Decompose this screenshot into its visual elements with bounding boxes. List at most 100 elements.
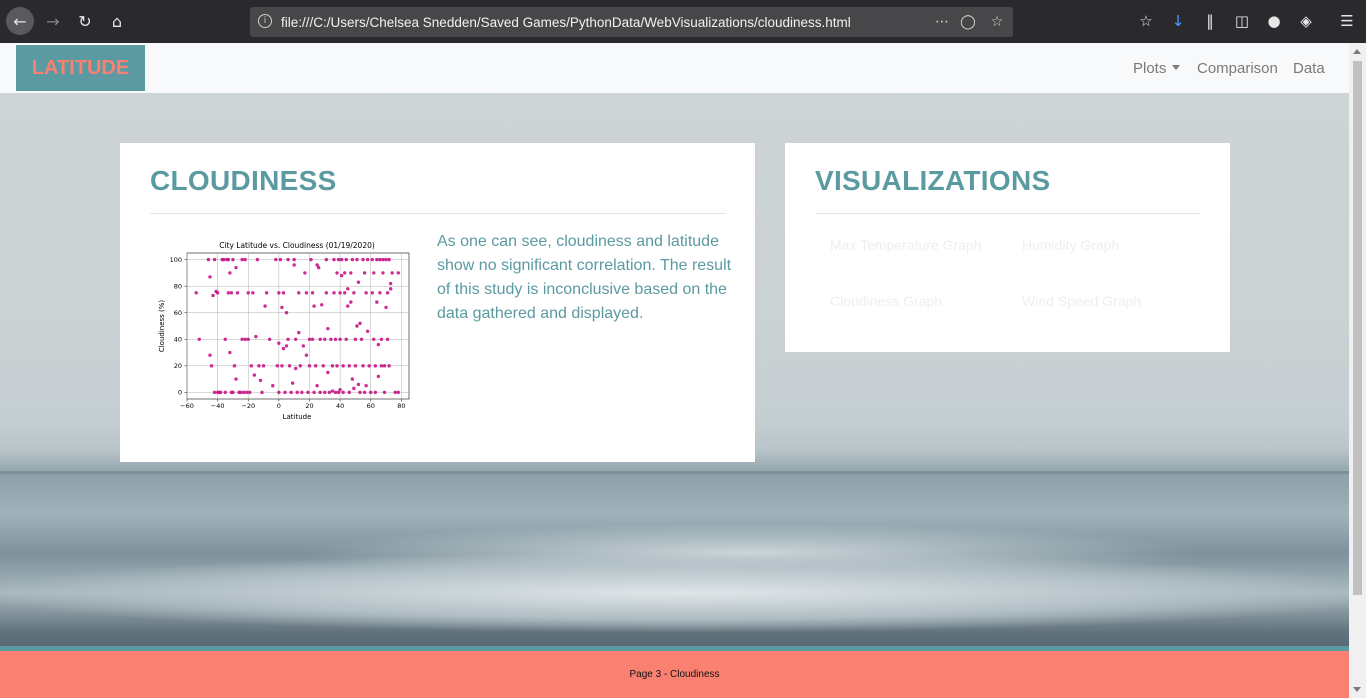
url-bar[interactable]: i file:///C:/Users/Chelsea Snedden/Saved…	[250, 7, 1013, 37]
data-point	[300, 390, 304, 395]
scroll-up-icon[interactable]	[1353, 49, 1361, 54]
data-point	[315, 384, 319, 388]
wind-speed-graph-link[interactable]: Wind Speed Graph	[1022, 293, 1141, 309]
data-point	[384, 257, 388, 262]
data-point	[258, 378, 263, 383]
description-text: As one can see, cloudiness and latitude …	[437, 233, 732, 322]
data-point	[352, 291, 356, 295]
data-point	[341, 364, 345, 368]
x-tick-label: −20	[241, 402, 255, 410]
data-point	[289, 390, 293, 395]
data-point	[382, 390, 387, 395]
data-point	[349, 271, 353, 275]
scroll-down-icon[interactable]	[1353, 687, 1361, 692]
wave-foam	[0, 553, 1349, 633]
sidebar-icon[interactable]: ◫	[1231, 10, 1253, 32]
x-tick-label: −60	[180, 402, 194, 410]
nav-data[interactable]: Data	[1293, 60, 1325, 77]
navbar: LATITUDE Plots Comparison Data	[0, 43, 1349, 93]
y-tick-label: 20	[174, 362, 182, 370]
download-icon[interactable]: ↓	[1167, 10, 1189, 32]
data-point	[388, 287, 393, 291]
nav-comparison[interactable]: Comparison	[1197, 60, 1278, 77]
data-point	[375, 257, 379, 262]
data-point	[280, 305, 284, 310]
cloudiness-scatter-plot[interactable]: City Latitude vs. Cloudiness (01/19/2020…	[156, 239, 414, 421]
data-point	[294, 337, 298, 341]
plot-area	[186, 252, 410, 400]
pocket-icon[interactable]: ◯	[958, 12, 978, 32]
extension-icon[interactable]: ◈	[1295, 10, 1317, 32]
data-point	[338, 337, 342, 341]
forward-arrow-icon[interactable]: →	[40, 8, 66, 34]
data-point	[222, 257, 226, 262]
data-point	[309, 257, 313, 262]
x-tick-label: 60	[367, 402, 375, 410]
scroll-thumb[interactable]	[1353, 61, 1362, 595]
page-content: LATITUDE Plots Comparison Data CLOUDINES…	[0, 43, 1349, 698]
back-arrow-icon[interactable]: ←	[6, 7, 34, 35]
data-point	[223, 337, 227, 341]
more-actions-icon[interactable]: ⋯	[932, 12, 952, 32]
data-point	[369, 390, 373, 395]
data-point	[329, 337, 333, 341]
horizon	[0, 471, 1349, 474]
data-point	[316, 265, 321, 270]
nav-plots-label: Plots	[1133, 60, 1167, 77]
data-point	[364, 291, 368, 295]
visualizations-card: VISUALIZATIONS Max Temperature Graph Hum…	[785, 143, 1230, 352]
bookmarks-star-icon[interactable]: ☆	[1135, 10, 1157, 32]
home-icon[interactable]: ⌂	[104, 8, 130, 34]
data-point	[346, 287, 350, 291]
data-point	[393, 390, 397, 395]
scrollbar[interactable]	[1349, 43, 1366, 698]
data-point	[249, 364, 254, 368]
humidity-graph-link[interactable]: Humidity Graph	[1022, 237, 1119, 253]
nav-plots-dropdown[interactable]: Plots	[1133, 60, 1181, 77]
info-icon[interactable]: i	[258, 14, 272, 28]
data-point	[261, 364, 266, 368]
data-point	[342, 271, 347, 275]
data-point	[333, 337, 338, 341]
brand-logo[interactable]: LATITUDE	[16, 45, 145, 91]
data-point	[326, 370, 330, 375]
max-temperature-graph-link[interactable]: Max Temperature Graph	[830, 237, 981, 253]
reload-icon[interactable]: ↻	[72, 8, 98, 34]
data-point	[313, 364, 318, 368]
data-point	[226, 291, 231, 295]
data-point	[232, 364, 237, 368]
data-point	[385, 291, 390, 295]
x-tick-label: 0	[277, 402, 281, 410]
data-point	[338, 388, 342, 392]
data-point	[197, 337, 201, 341]
data-point	[212, 257, 217, 262]
data-point	[277, 291, 281, 295]
data-point	[355, 324, 359, 328]
data-point	[362, 390, 367, 395]
library-icon[interactable]: ‖	[1199, 10, 1221, 32]
chart-title: City Latitude vs. Cloudiness (01/19/2020…	[219, 241, 375, 250]
data-point	[284, 344, 289, 348]
data-point	[281, 291, 286, 295]
data-point	[254, 334, 258, 339]
data-point	[384, 305, 388, 310]
bookmark-star-icon[interactable]: ☆	[987, 12, 1007, 32]
data-point	[350, 257, 355, 262]
data-point	[323, 390, 327, 395]
menu-icon[interactable]: ☰	[1336, 10, 1358, 32]
data-point	[382, 364, 387, 368]
data-point	[356, 382, 361, 387]
data-point	[312, 390, 316, 395]
account-icon[interactable]: ●	[1263, 10, 1285, 32]
x-tick-label: 80	[397, 402, 405, 410]
cloudiness-graph-link[interactable]: Cloudiness Graph	[830, 293, 942, 309]
data-point	[372, 271, 376, 275]
data-point	[361, 364, 365, 368]
data-point	[356, 280, 361, 284]
data-point	[264, 291, 269, 295]
data-point	[212, 390, 217, 395]
data-point	[306, 390, 310, 395]
data-point	[274, 257, 278, 262]
url-text[interactable]: file:///C:/Users/Chelsea Snedden/Saved G…	[281, 15, 851, 30]
data-point	[252, 373, 257, 377]
